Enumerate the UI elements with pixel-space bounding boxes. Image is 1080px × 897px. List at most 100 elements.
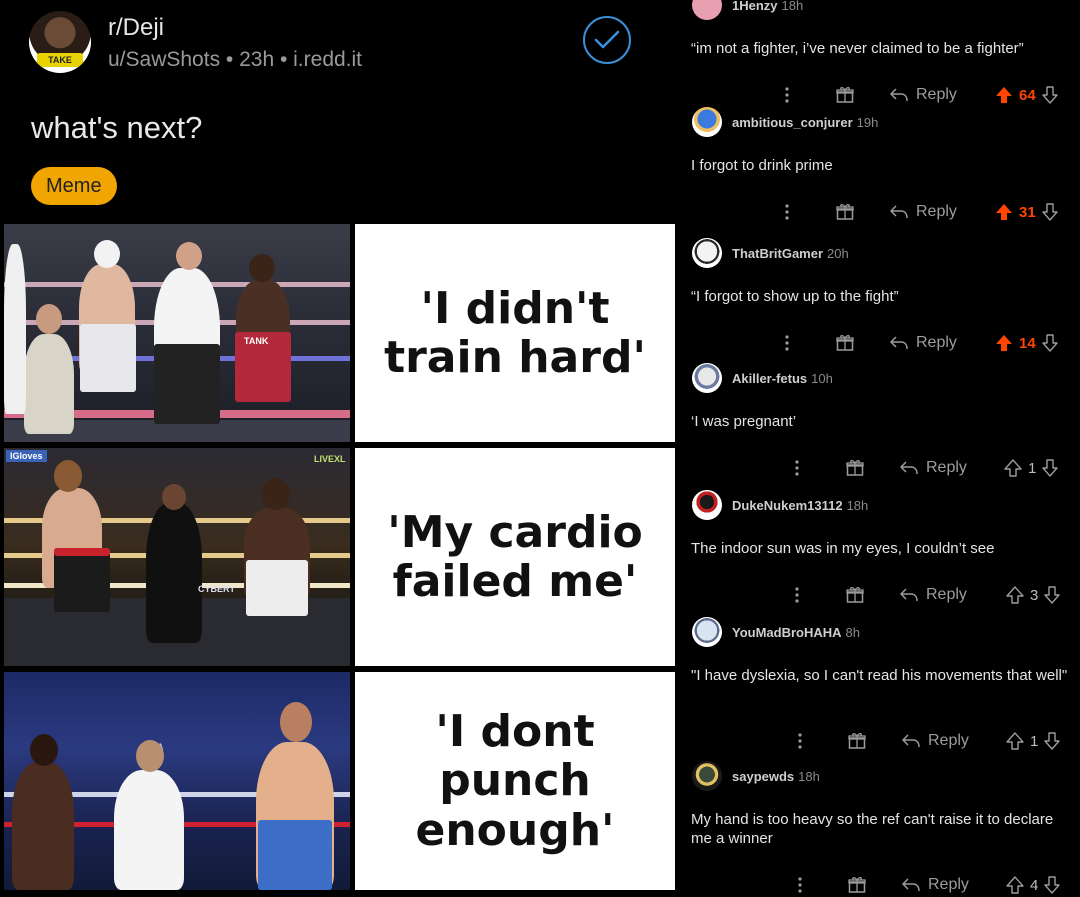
award-icon[interactable] [836, 83, 854, 107]
boxing-photo-1: TANK [4, 224, 350, 442]
comment-time: 10h [811, 370, 833, 386]
downvote-icon[interactable] [1044, 732, 1061, 750]
upvote-icon[interactable] [1006, 876, 1024, 894]
more-options-icon[interactable] [784, 83, 790, 107]
reply-button[interactable]: Reply [902, 729, 969, 753]
username-text[interactable]: saypewds [732, 769, 794, 784]
reply-button[interactable]: Reply [890, 331, 957, 355]
vote-score: 31 [1019, 203, 1036, 221]
username-text[interactable]: DukeNukem13112 [732, 498, 843, 513]
user-avatar[interactable] [692, 0, 722, 20]
downvote-icon[interactable] [1042, 459, 1059, 477]
username-text[interactable]: 1Henzy [732, 0, 778, 13]
comment-username[interactable]: 1Henzy 18h [732, 0, 803, 13]
reply-icon [902, 734, 920, 748]
subreddit-avatar[interactable]: TAKE [29, 11, 91, 73]
meme-caption-1: 'I didn't train hard' [355, 224, 675, 442]
user-avatar[interactable] [692, 238, 722, 268]
upvote-icon[interactable] [995, 86, 1013, 104]
caption-2-text: 'My cardio failed me' [387, 506, 643, 607]
comment-username[interactable]: Akiller-fetus 10h [732, 371, 833, 386]
reply-button[interactable]: Reply [890, 200, 957, 224]
photo2-sign: CYBERT [198, 584, 236, 594]
vote-score: 1 [1028, 459, 1037, 477]
user-avatar[interactable] [692, 617, 722, 647]
upvote-icon[interactable] [995, 203, 1013, 221]
comment-body: The indoor sun was in my eyes, I couldn’… [691, 540, 995, 557]
more-options-icon[interactable] [794, 456, 800, 480]
comment-header: ThatBritGamer 20h [692, 238, 849, 268]
username-text[interactable]: ThatBritGamer [732, 246, 823, 261]
username-text[interactable]: Akiller-fetus [732, 371, 807, 386]
boxing-photo-2: lGloves LIVEXL CYBERT [4, 448, 350, 666]
upvote-icon[interactable] [1006, 732, 1024, 750]
comments-panel: 1Henzy 18h “im not a fighter, i’ve never … [680, 0, 1080, 894]
comment-body: “im not a fighter, i’ve never claimed to… [691, 40, 1024, 57]
joined-check-button[interactable] [583, 16, 631, 64]
comment-username[interactable]: ThatBritGamer 20h [732, 246, 849, 261]
vote-score: 4 [1030, 876, 1039, 894]
more-options-icon[interactable] [797, 729, 803, 753]
username-text[interactable]: ambitious_conjurer [732, 115, 853, 130]
upvote-icon[interactable] [995, 334, 1013, 352]
reply-icon [890, 88, 908, 102]
meme-image[interactable]: TANK 'I didn't train hard' lGloves LIVEX… [4, 224, 676, 890]
award-icon[interactable] [848, 873, 866, 897]
comment-actions: Reply 3 [680, 583, 1080, 607]
reply-label: Reply [928, 732, 969, 749]
more-options-icon[interactable] [784, 331, 790, 355]
downvote-icon[interactable] [1041, 86, 1058, 104]
reply-button[interactable]: Reply [902, 873, 969, 897]
award-icon[interactable] [836, 331, 854, 355]
post-flair[interactable]: Meme [31, 167, 117, 205]
user-avatar[interactable] [692, 761, 722, 791]
reply-button[interactable]: Reply [900, 456, 967, 480]
reply-button[interactable]: Reply [890, 83, 957, 107]
vote-control: 31 [995, 200, 1058, 224]
vote-score: 1 [1030, 732, 1039, 750]
subreddit-name[interactable]: r/Deji [108, 14, 164, 42]
vote-control: 4 [1006, 873, 1061, 897]
comment-header: Akiller-fetus 10h [692, 363, 833, 393]
post-meta[interactable]: u/SawShots • 23h • i.redd.it [108, 48, 362, 72]
award-icon[interactable] [848, 729, 866, 753]
comment-username[interactable]: YouMadBroHAHA 8h [732, 625, 860, 640]
user-avatar[interactable] [692, 363, 722, 393]
post-panel: TAKE r/Deji u/SawShots • 23h • i.redd.it… [0, 0, 680, 890]
comment-header: DukeNukem13112 18h [692, 490, 868, 520]
comment-username[interactable]: DukeNukem13112 18h [732, 498, 868, 513]
more-options-icon[interactable] [797, 873, 803, 897]
user-avatar[interactable] [692, 107, 722, 137]
reply-icon [900, 588, 918, 602]
comment-actions: Reply 64 [680, 83, 1080, 107]
award-icon[interactable] [846, 583, 864, 607]
downvote-icon[interactable] [1041, 203, 1058, 221]
comment-actions: Reply 4 [680, 873, 1080, 897]
reply-label: Reply [916, 334, 957, 351]
upvote-icon[interactable] [1006, 586, 1024, 604]
user-avatar[interactable] [692, 490, 722, 520]
caption-3-text: 'I dont punch enough' [415, 706, 615, 856]
upvote-icon[interactable] [1004, 459, 1022, 477]
username-text[interactable]: YouMadBroHAHA [732, 625, 842, 640]
comment-header: 1Henzy 18h [692, 0, 803, 20]
comment-body: My hand is too heavy so the ref can't ra… [691, 811, 1054, 847]
comment-username[interactable]: ambitious_conjurer 19h [732, 115, 878, 130]
comment-body: “I forgot to show up to the fight” [691, 288, 899, 305]
downvote-icon[interactable] [1041, 334, 1058, 352]
award-icon[interactable] [846, 456, 864, 480]
comment-time: 18h [846, 497, 869, 513]
post-title[interactable]: what's next? [31, 110, 202, 146]
reply-icon [900, 461, 918, 475]
comment-time: 8h [845, 624, 860, 640]
more-options-icon[interactable] [794, 583, 800, 607]
reply-button[interactable]: Reply [900, 583, 967, 607]
more-options-icon[interactable] [784, 200, 790, 224]
comment-username[interactable]: saypewds 18h [732, 769, 820, 784]
photo1-trunks-text: TANK [244, 336, 269, 346]
avatar-cap-text: TAKE [37, 53, 83, 67]
downvote-icon[interactable] [1044, 876, 1061, 894]
downvote-icon[interactable] [1044, 586, 1061, 604]
award-icon[interactable] [836, 200, 854, 224]
reply-icon [890, 205, 908, 219]
